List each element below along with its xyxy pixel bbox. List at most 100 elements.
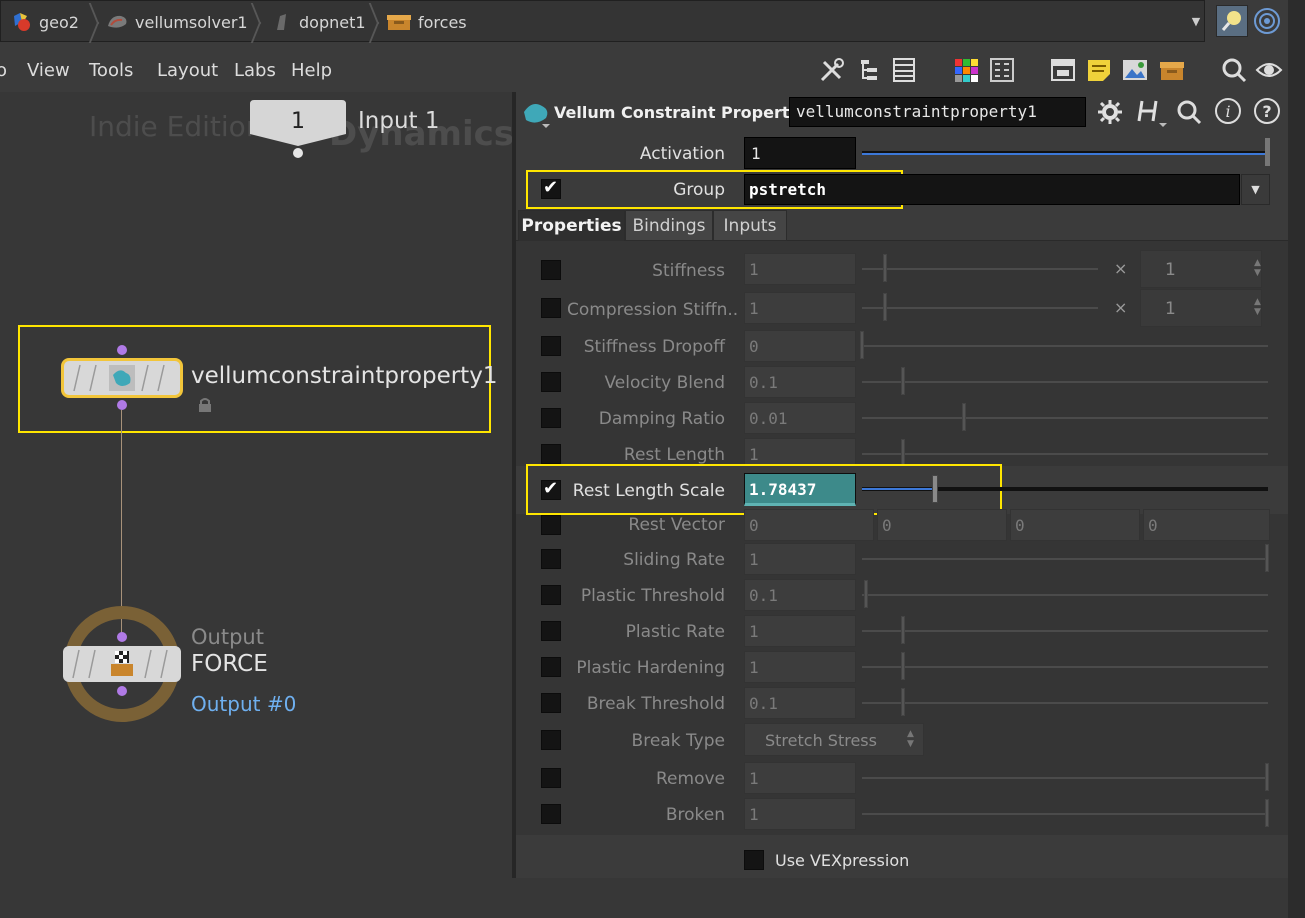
crumb-geo2[interactable]: geo2 — [11, 1, 79, 43]
menu-help[interactable]: Help — [291, 60, 332, 81]
list-view-icon[interactable] — [890, 56, 918, 84]
vellum-constraint-node[interactable] — [61, 358, 183, 398]
rest-length-scale-slider[interactable] — [862, 487, 1268, 491]
lock-icon[interactable] — [197, 397, 213, 413]
plastic-threshold-slider[interactable] — [862, 594, 1268, 596]
activation-slider[interactable] — [862, 151, 1268, 155]
search-icon[interactable] — [1175, 98, 1203, 126]
stiffness-dropoff-field[interactable]: 0 — [744, 330, 856, 362]
tab-bindings[interactable]: Bindings — [625, 210, 713, 241]
output-output-connector[interactable] — [117, 686, 127, 696]
rest-vector-w-field[interactable]: 0 — [1143, 509, 1270, 541]
stiffness-multiplier-field[interactable]: 1 — [1140, 250, 1262, 288]
compression-multiplier-field[interactable]: 1 — [1140, 289, 1262, 327]
activation-slider-handle[interactable] — [1265, 138, 1270, 166]
menu-view[interactable]: View — [27, 60, 70, 81]
stiffness-slider[interactable] — [862, 268, 1098, 270]
velocity-blend-slider-handle[interactable] — [901, 367, 905, 395]
network-editor[interactable]: Indie Edition Dynamics 1 Input 1 vellumc… — [0, 92, 514, 918]
remove-field[interactable]: 1 — [744, 762, 856, 794]
image-background-icon[interactable] — [1121, 56, 1149, 84]
shape-palette-icon[interactable] — [988, 56, 1016, 84]
break-threshold-slider-handle[interactable] — [901, 688, 905, 716]
node-output-connector[interactable] — [117, 400, 127, 410]
velocity-blend-slider[interactable] — [862, 381, 1268, 383]
rest-length-slider[interactable] — [862, 453, 1268, 455]
rest-vector-y-field[interactable]: 0 — [877, 509, 1007, 541]
stiffness-dropoff-slider[interactable] — [862, 345, 1268, 347]
network-box-icon[interactable] — [1049, 56, 1077, 84]
tab-inputs[interactable]: Inputs — [713, 210, 787, 241]
break-threshold-slider[interactable] — [862, 702, 1268, 704]
menu-labs[interactable]: Labs — [234, 60, 276, 81]
use-vexpression-checkbox[interactable] — [744, 850, 764, 870]
tools-icon[interactable] — [818, 56, 846, 84]
plastic-rate-slider-handle[interactable] — [901, 616, 905, 644]
stiffness-dropoff-slider-handle[interactable] — [860, 331, 864, 359]
menu-item-partial[interactable]: o — [0, 60, 7, 81]
chevron-down-icon[interactable]: ▼ — [1186, 0, 1206, 42]
stiffness-field[interactable]: 1 — [744, 253, 856, 285]
stepper-arrows-icon[interactable]: ▲ ▼ — [1254, 258, 1261, 278]
menu-layout[interactable]: Layout — [157, 60, 218, 81]
break-type-select[interactable]: Stretch Stress — [744, 723, 924, 756]
output-input-connector[interactable] — [117, 632, 127, 642]
tab-properties[interactable]: Properties — [518, 210, 625, 241]
compression-stiffness-slider[interactable] — [862, 307, 1098, 309]
output-node[interactable] — [63, 646, 181, 682]
search-icon[interactable] — [1220, 56, 1248, 84]
node-name-field[interactable]: vellumconstraintproperty1 — [789, 97, 1086, 127]
group-field[interactable]: pstretch — [744, 174, 1240, 205]
stiffness-slider-handle[interactable] — [883, 254, 887, 282]
damping-ratio-field[interactable]: 0.01 — [744, 402, 856, 434]
rest-vector-z-field[interactable]: 0 — [1010, 509, 1140, 541]
sliding-rate-field[interactable]: 1 — [744, 543, 856, 575]
plastic-hardening-slider[interactable] — [862, 666, 1268, 668]
menu-tools[interactable]: Tools — [89, 60, 133, 81]
break-threshold-field[interactable]: 0.1 — [744, 687, 856, 719]
plastic-hardening-slider-handle[interactable] — [901, 652, 905, 680]
output-number-link[interactable]: Output #0 — [191, 692, 296, 716]
link-target-icon[interactable] — [1252, 6, 1282, 36]
damping-ratio-slider-handle[interactable] — [962, 403, 966, 431]
pin-toggle-button[interactable] — [1216, 5, 1248, 37]
plastic-rate-field[interactable]: 1 — [744, 615, 856, 647]
compression-stiffness-slider-handle[interactable] — [883, 293, 887, 321]
group-dropdown-button[interactable]: ▼ — [1241, 174, 1270, 205]
plastic-hardening-field[interactable]: 1 — [744, 651, 856, 683]
gear-icon[interactable] — [1096, 98, 1126, 128]
activation-field[interactable]: 1 — [744, 137, 856, 169]
crumb-dopnet1[interactable]: dopnet1 — [271, 1, 366, 43]
compression-stiffness-field[interactable]: 1 — [744, 292, 856, 324]
crumb-vellumsolver1[interactable]: vellumsolver1 — [107, 1, 248, 43]
crumb-forces[interactable]: forces — [386, 1, 467, 43]
help-icon[interactable]: ? — [1253, 97, 1281, 125]
broken-slider[interactable] — [862, 813, 1268, 815]
remove-slider-handle[interactable] — [1265, 763, 1269, 791]
velocity-blend-field[interactable]: 0.1 — [744, 366, 856, 398]
plastic-threshold-slider-handle[interactable] — [864, 580, 868, 608]
color-palette-icon[interactable] — [952, 56, 980, 84]
broken-slider-handle[interactable] — [1265, 799, 1269, 827]
node-input-connector[interactable] — [117, 345, 127, 355]
plastic-threshold-field[interactable]: 0.1 — [744, 579, 856, 611]
rest-length-scale-slider-handle[interactable] — [932, 475, 938, 503]
input-output-connector[interactable] — [293, 148, 303, 158]
rest-vector-x-field[interactable]: 0 — [744, 509, 874, 541]
info-icon[interactable]: i — [1214, 97, 1242, 125]
help-h-icon[interactable] — [1135, 97, 1167, 129]
damping-ratio-slider[interactable] — [862, 417, 1268, 419]
remove-slider[interactable] — [862, 777, 1268, 779]
rest-length-scale-field[interactable]: 1.78437 — [744, 473, 856, 506]
plastic-rate-slider[interactable] — [862, 630, 1268, 632]
rest-length-slider-handle[interactable] — [901, 439, 905, 467]
sliding-rate-slider[interactable] — [862, 558, 1268, 560]
tree-view-icon[interactable] — [855, 56, 883, 84]
broken-field[interactable]: 1 — [744, 798, 856, 830]
compression-stiffness-checkbox[interactable] — [541, 298, 561, 318]
eye-icon[interactable] — [1255, 56, 1283, 84]
subnet-box-icon[interactable] — [1158, 56, 1186, 84]
sliding-rate-slider-handle[interactable] — [1265, 544, 1269, 572]
sticky-note-icon[interactable] — [1085, 56, 1113, 84]
stepper-arrows-icon[interactable]: ▲ ▼ — [1254, 297, 1261, 317]
